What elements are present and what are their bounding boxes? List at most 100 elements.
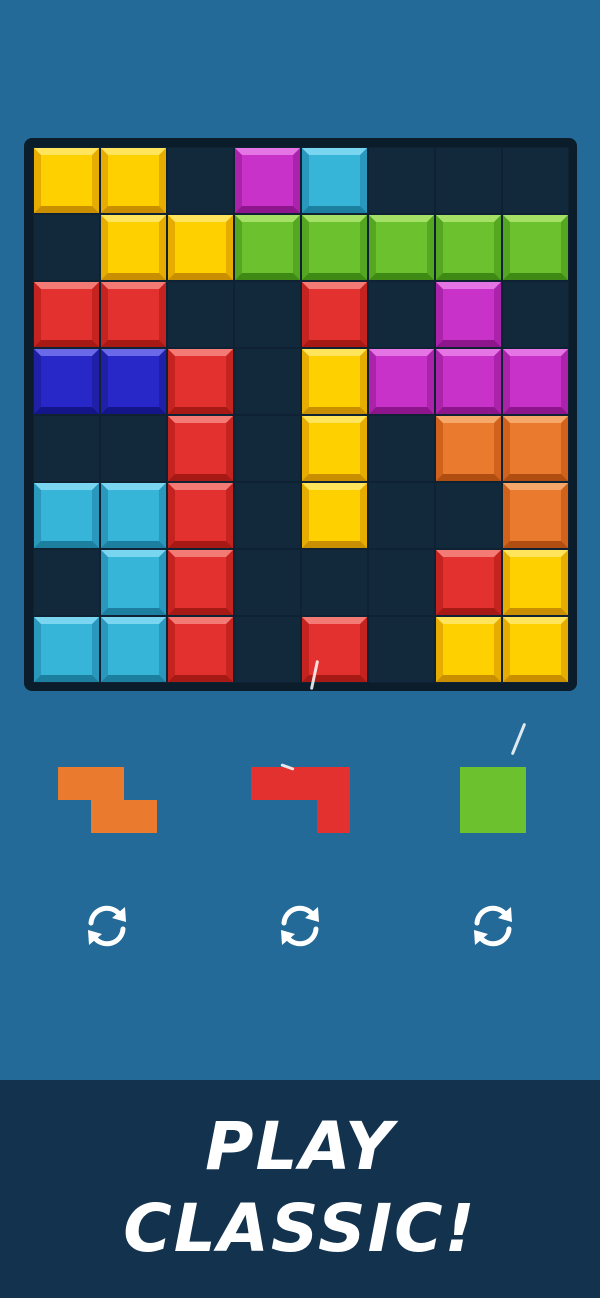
green-block	[369, 215, 434, 280]
cyan-block	[34, 617, 99, 682]
board-cell[interactable]	[167, 281, 234, 348]
orange-block	[503, 483, 568, 548]
rotate-piece-2-button[interactable]	[275, 901, 325, 951]
green-block	[436, 215, 501, 280]
red-block	[302, 617, 367, 682]
board-cell[interactable]	[368, 616, 435, 683]
board-cell[interactable]	[167, 147, 234, 214]
board-cell[interactable]	[33, 348, 100, 415]
board-cell[interactable]	[301, 482, 368, 549]
board-cell[interactable]	[301, 348, 368, 415]
board-cell[interactable]	[435, 616, 502, 683]
board-cell[interactable]	[234, 348, 301, 415]
promo-banner: PLAY CLASSIC!	[0, 1080, 600, 1298]
purple-block	[503, 349, 568, 414]
game-board	[24, 138, 577, 691]
board-cell[interactable]	[100, 281, 167, 348]
yellow-block	[503, 617, 568, 682]
board-cell[interactable]	[33, 549, 100, 616]
green-block	[503, 215, 568, 280]
board-cell[interactable]	[435, 415, 502, 482]
red-block	[302, 282, 367, 347]
board-cell[interactable]	[234, 482, 301, 549]
cyan-block	[101, 483, 166, 548]
board-cell[interactable]	[167, 415, 234, 482]
yellow-block	[302, 349, 367, 414]
sparkle-decoration	[510, 722, 527, 756]
board-cell[interactable]	[33, 616, 100, 683]
piece-block	[317, 767, 350, 800]
piece-block	[493, 767, 526, 800]
board-cell[interactable]	[234, 616, 301, 683]
cyan-block	[101, 617, 166, 682]
board-cell[interactable]	[502, 348, 569, 415]
yellow-block	[34, 148, 99, 213]
board-cell[interactable]	[368, 214, 435, 281]
blue-block	[101, 349, 166, 414]
yellow-block	[101, 215, 166, 280]
board-cell[interactable]	[502, 147, 569, 214]
board-cell[interactable]	[33, 214, 100, 281]
board-cell[interactable]	[100, 214, 167, 281]
red-block	[168, 550, 233, 615]
purple-block	[369, 349, 434, 414]
board-cell[interactable]	[33, 482, 100, 549]
board-cell[interactable]	[301, 616, 368, 683]
piece-block	[317, 800, 350, 833]
yellow-block	[436, 617, 501, 682]
board-cell[interactable]	[33, 415, 100, 482]
board-cell[interactable]	[167, 214, 234, 281]
board-cell[interactable]	[167, 549, 234, 616]
board-cell[interactable]	[301, 415, 368, 482]
piece-block	[284, 767, 317, 800]
board-cell[interactable]	[33, 147, 100, 214]
board-cell[interactable]	[502, 549, 569, 616]
piece-block	[251, 767, 284, 800]
board-cell[interactable]	[435, 147, 502, 214]
board-cell[interactable]	[234, 214, 301, 281]
board-cell[interactable]	[167, 616, 234, 683]
board-cell[interactable]	[502, 281, 569, 348]
board-cell[interactable]	[435, 549, 502, 616]
board-cell[interactable]	[435, 281, 502, 348]
board-cell[interactable]	[368, 281, 435, 348]
board-cell[interactable]	[502, 214, 569, 281]
board-cell[interactable]	[301, 549, 368, 616]
cyan-block	[34, 483, 99, 548]
board-cell[interactable]	[100, 348, 167, 415]
board-cell[interactable]	[368, 415, 435, 482]
board-cell[interactable]	[100, 616, 167, 683]
board-cell[interactable]	[301, 214, 368, 281]
board-cell[interactable]	[100, 549, 167, 616]
board-cell[interactable]	[502, 616, 569, 683]
board-cell[interactable]	[502, 415, 569, 482]
board-cell[interactable]	[301, 281, 368, 348]
purple-block	[436, 349, 501, 414]
board-cell[interactable]	[502, 482, 569, 549]
board-grid[interactable]	[33, 147, 569, 683]
board-cell[interactable]	[234, 147, 301, 214]
board-cell[interactable]	[234, 549, 301, 616]
rotate-piece-1-button[interactable]	[82, 901, 132, 951]
board-cell[interactable]	[301, 147, 368, 214]
red-block	[168, 349, 233, 414]
piece-block	[460, 800, 493, 833]
board-cell[interactable]	[100, 482, 167, 549]
board-cell[interactable]	[368, 549, 435, 616]
rotate-piece-3-button[interactable]	[468, 901, 518, 951]
board-cell[interactable]	[435, 482, 502, 549]
board-cell[interactable]	[368, 348, 435, 415]
board-cell[interactable]	[100, 415, 167, 482]
board-cell[interactable]	[167, 482, 234, 549]
board-cell[interactable]	[100, 147, 167, 214]
board-cell[interactable]	[368, 482, 435, 549]
promo-line-1: PLAY	[205, 1108, 395, 1185]
board-cell[interactable]	[435, 348, 502, 415]
board-cell[interactable]	[435, 214, 502, 281]
board-cell[interactable]	[167, 348, 234, 415]
board-cell[interactable]	[234, 281, 301, 348]
red-block	[101, 282, 166, 347]
board-cell[interactable]	[368, 147, 435, 214]
board-cell[interactable]	[234, 415, 301, 482]
board-cell[interactable]	[33, 281, 100, 348]
